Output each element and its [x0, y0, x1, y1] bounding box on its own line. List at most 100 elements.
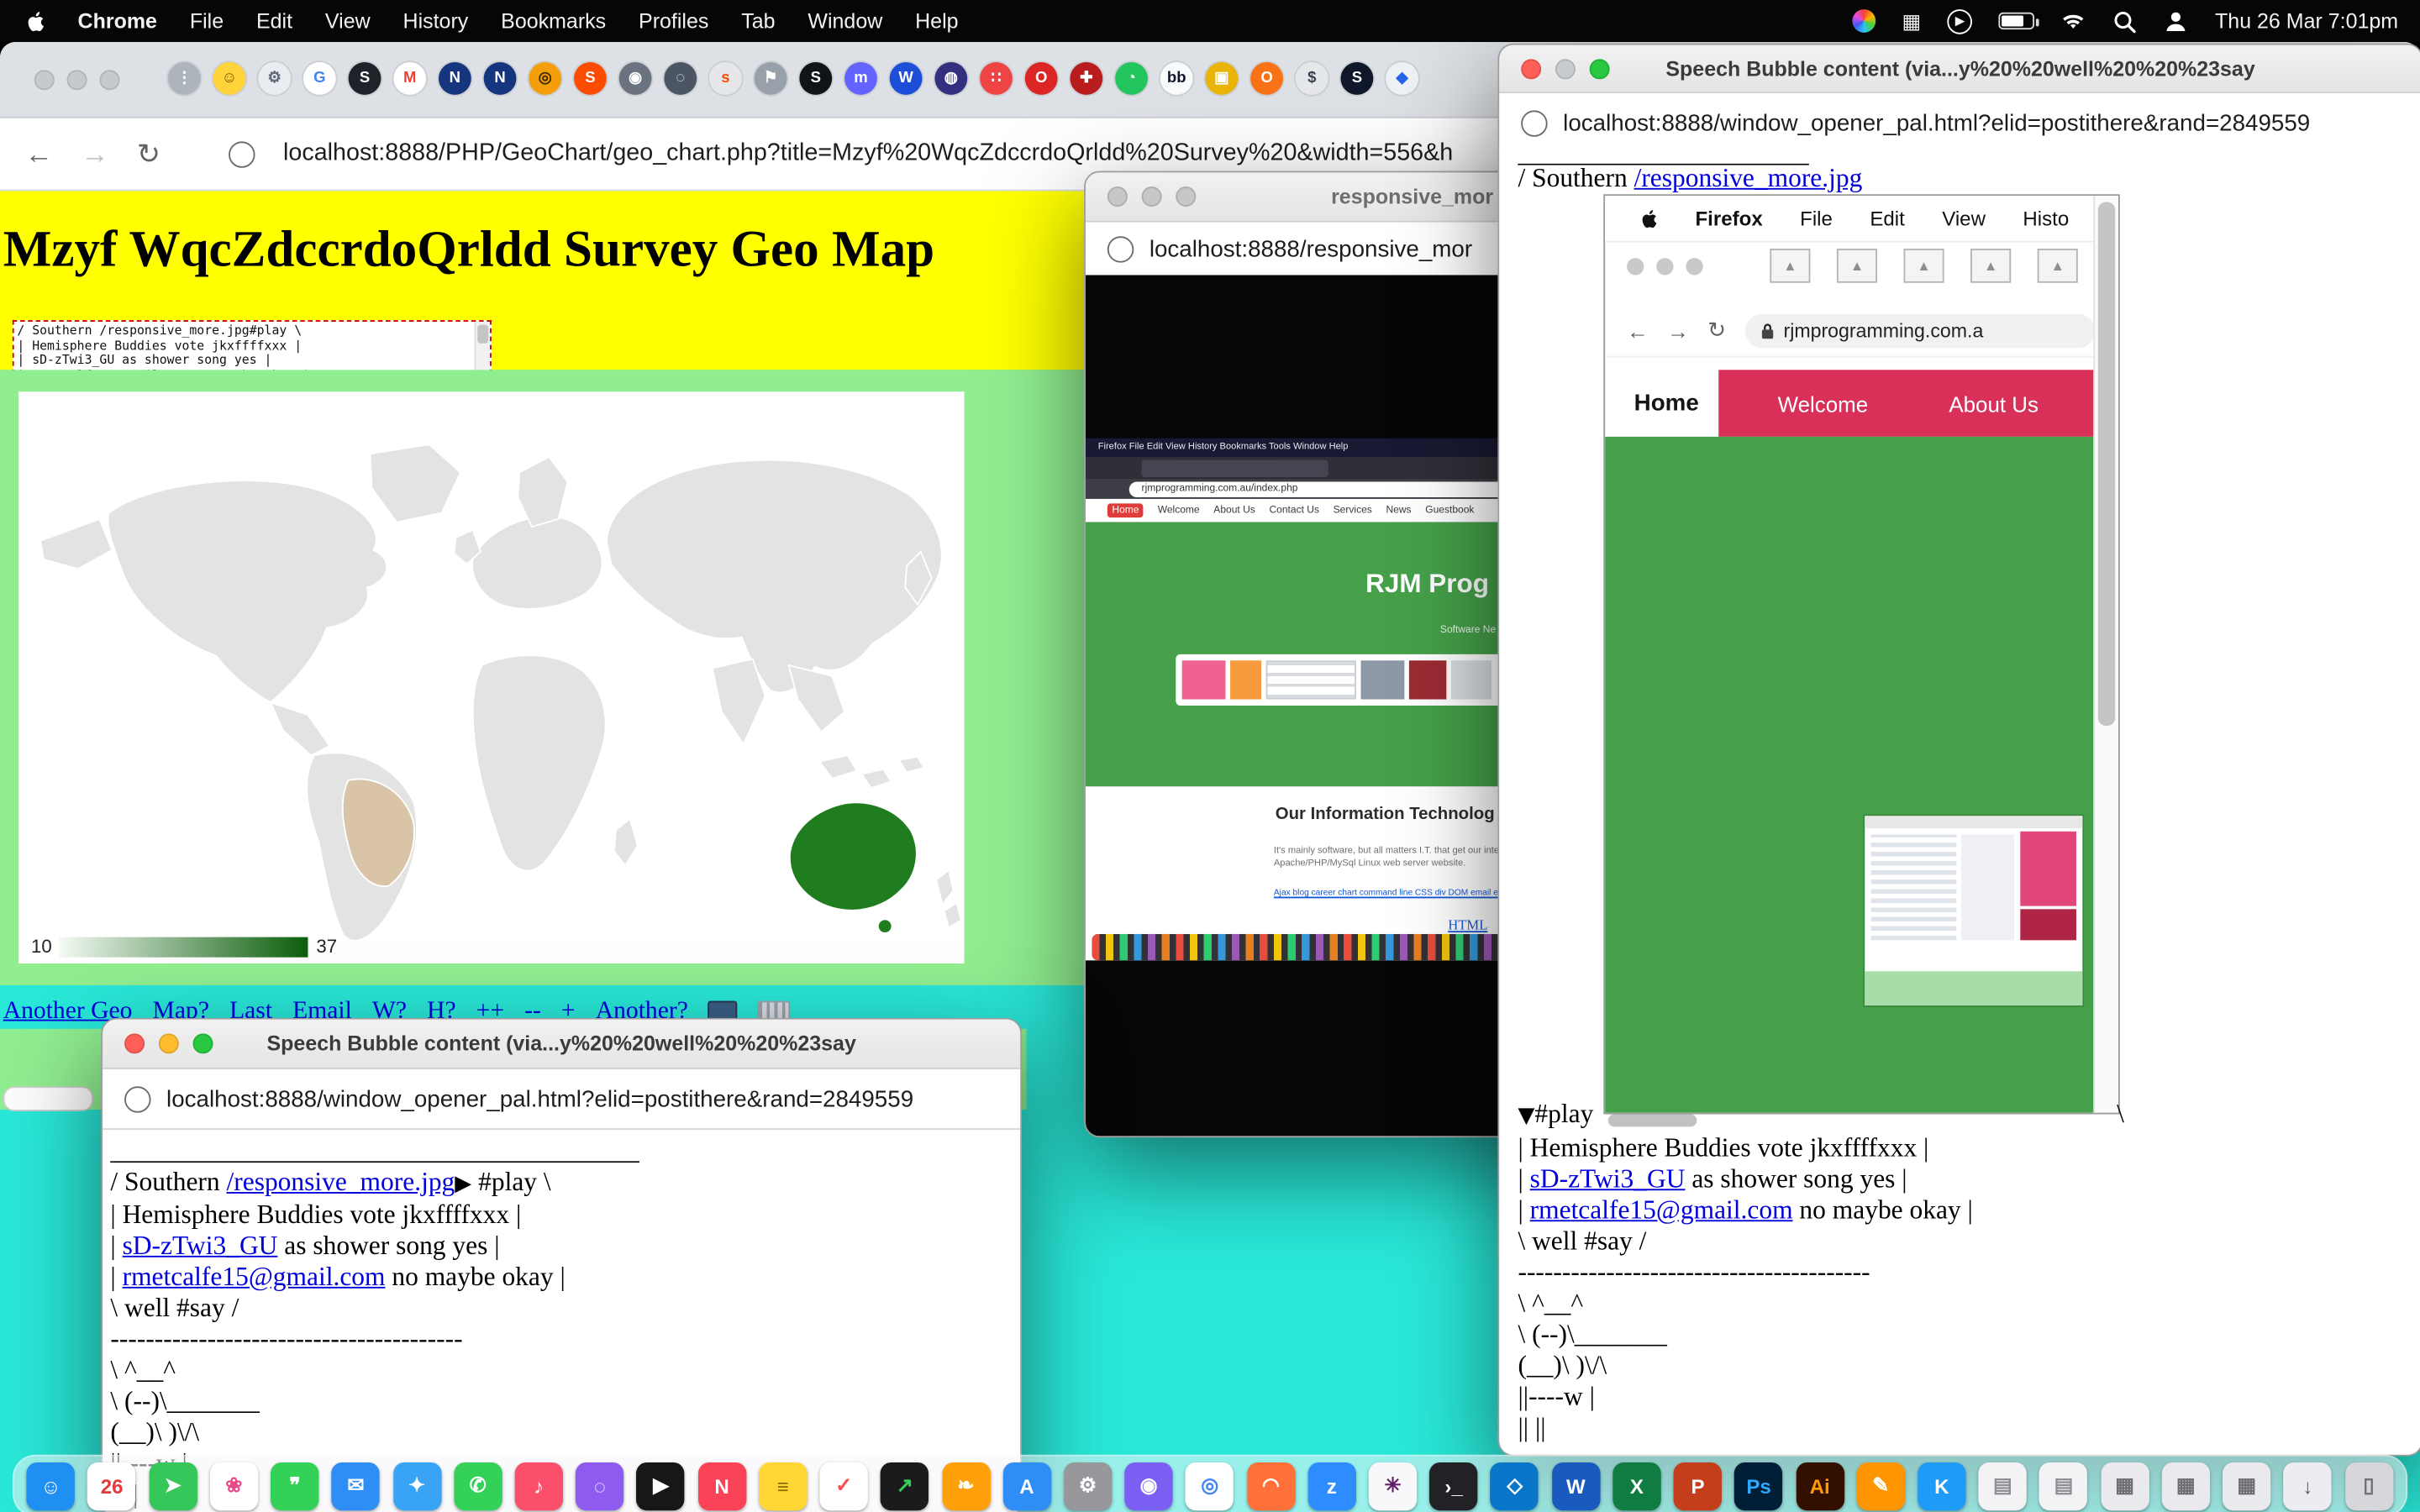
dock-icon[interactable]: 26	[87, 1462, 135, 1509]
iframe-nav-item[interactable]: About Us	[1949, 391, 2039, 416]
menu-item[interactable]: Window	[808, 9, 882, 33]
song-link[interactable]: sD-zTwi3_GU	[1530, 1164, 1686, 1194]
browser-tab[interactable]: M	[393, 62, 426, 95]
dock-icon[interactable]: X	[1612, 1462, 1660, 1509]
dock-icon[interactable]: K	[1918, 1462, 1965, 1509]
menu-item[interactable]: Profiles	[639, 9, 708, 33]
dock-icon[interactable]: z	[1307, 1462, 1355, 1509]
dock-icon[interactable]: ›_	[1429, 1462, 1477, 1509]
apple-icon[interactable]	[25, 8, 45, 34]
dock-icon[interactable]: ↗	[881, 1462, 929, 1509]
browser-tab[interactable]: N	[439, 62, 471, 95]
browser-tab[interactable]: ⚑	[755, 62, 787, 95]
browser-tab[interactable]: O	[1250, 62, 1283, 95]
browser-tab[interactable]: O	[1025, 62, 1058, 95]
email-link[interactable]: rmetcalfe15@gmail.com	[1530, 1195, 1793, 1225]
dock-icon[interactable]: ↓	[2284, 1462, 2332, 1509]
dock-icon[interactable]: ✓	[820, 1462, 868, 1509]
address-bar[interactable]: localhost:8888/PHP/GeoChart/geo_chart.ph…	[283, 140, 1453, 168]
reload-icon[interactable]: ↻	[137, 138, 160, 171]
dock-icon[interactable]: ▤	[2039, 1462, 2087, 1509]
dock-icon[interactable]: ◎	[1186, 1462, 1234, 1509]
dock-icon[interactable]: ◉	[1124, 1462, 1172, 1509]
dock-icon[interactable]: ◇	[1491, 1462, 1539, 1509]
browser-tab[interactable]: ◆	[1386, 62, 1418, 95]
window-controls[interactable]	[34, 70, 120, 90]
minimize-button[interactable]	[1555, 58, 1576, 78]
browser-tab[interactable]: s	[709, 62, 742, 95]
responsive-more-link[interactable]: /responsive_more.jpg	[1634, 163, 1863, 192]
dock-icon[interactable]: ≡	[759, 1462, 807, 1509]
browser-tab[interactable]: S	[349, 62, 381, 95]
embedded-iframe[interactable]: Firefox FileEditViewHisto ▲ ▲ ▲ ▲ ▲ ← → …	[1603, 194, 2119, 1114]
browser-tab[interactable]: $	[1296, 62, 1328, 95]
menu-item[interactable]: Tab	[741, 9, 775, 33]
details-open-icon[interactable]: ▼	[1518, 1104, 1534, 1129]
dock-icon[interactable]: P	[1674, 1462, 1722, 1509]
dock-icon[interactable]: ✦	[392, 1462, 440, 1509]
browser-tab[interactable]: ✚	[1070, 62, 1102, 95]
color-wheel-icon[interactable]	[1852, 9, 1876, 33]
address-text[interactable]: localhost:8888/window_opener_pal.html?el…	[166, 1085, 913, 1111]
browser-tab[interactable]: N	[484, 62, 517, 95]
back-icon[interactable]: ←	[25, 138, 53, 171]
menu-item[interactable]: File	[190, 9, 224, 33]
dock-icon[interactable]: ➤	[149, 1462, 197, 1509]
dock-icon[interactable]: ▯	[2344, 1462, 2392, 1509]
menu-item[interactable]: Bookmarks	[501, 9, 606, 33]
browser-tab[interactable]: S	[799, 62, 832, 95]
dock-icon[interactable]: ▦	[2223, 1462, 2270, 1509]
browser-tab[interactable]: ◍	[934, 62, 967, 95]
country-australia[interactable]	[790, 802, 917, 910]
address-text[interactable]: localhost:8888/window_opener_pal.html?el…	[1563, 109, 2310, 135]
battery-icon[interactable]	[1999, 13, 2035, 29]
browser-tab[interactable]: S	[1340, 62, 1373, 95]
dock-icon[interactable]: ◠	[1247, 1462, 1295, 1509]
email-link[interactable]: rmetcalfe15@gmail.com	[123, 1262, 386, 1291]
dock-icon[interactable]: ♪	[515, 1462, 563, 1509]
browser-tab[interactable]: ◎	[529, 62, 561, 95]
play-circle-icon[interactable]: ▶	[1948, 8, 1973, 34]
info-icon[interactable]	[1521, 109, 1547, 135]
dock-icon[interactable]: A	[1002, 1462, 1050, 1509]
forward-icon[interactable]: →	[81, 138, 108, 171]
browser-tab[interactable]: ▣	[1205, 62, 1238, 95]
browser-tab[interactable]: ◔	[1115, 62, 1148, 95]
iframe-nav-home[interactable]: Home	[1614, 370, 1718, 437]
dock-icon[interactable]: ✆	[454, 1462, 502, 1509]
dock-icon[interactable]: W	[1552, 1462, 1600, 1509]
close-button[interactable]	[124, 1033, 145, 1053]
browser-tab[interactable]: ⚙	[258, 62, 291, 95]
dock-icon[interactable]: ▤	[1979, 1462, 2027, 1509]
menu-item[interactable]: Edit	[256, 9, 292, 33]
responsive-more-link[interactable]: /responsive_more.jpg	[227, 1167, 455, 1196]
dock-icon[interactable]: ❧	[942, 1462, 990, 1509]
browser-tab[interactable]: ∷	[980, 62, 1013, 95]
info-icon[interactable]	[1107, 236, 1134, 262]
menu-item[interactable]: View	[325, 9, 371, 33]
dock-icon[interactable]: ✉	[332, 1462, 380, 1509]
menu-item[interactable]: Help	[915, 9, 958, 33]
browser-tab[interactable]: bb	[1160, 62, 1193, 95]
browser-tab[interactable]: ◉	[619, 62, 652, 95]
dock-icon[interactable]: ▶	[637, 1462, 685, 1509]
song-link[interactable]: sD-zTwi3_GU	[123, 1231, 278, 1260]
dock-icon[interactable]: ✳	[1369, 1462, 1417, 1509]
iframe-address[interactable]: rjmprogramming.com.a	[1744, 313, 2094, 348]
iframe-vertical-scrollbar[interactable]	[2093, 196, 2118, 1113]
info-icon[interactable]	[229, 140, 255, 166]
minimize-button[interactable]	[67, 70, 87, 90]
address-text[interactable]: localhost:8888/responsive_mor	[1150, 236, 1472, 262]
dock-icon[interactable]: ✎	[1857, 1462, 1905, 1509]
zoom-button[interactable]	[99, 70, 119, 90]
dock-icon[interactable]: ▦	[2162, 1462, 2210, 1509]
browser-tab[interactable]: S	[574, 62, 607, 95]
browser-tab[interactable]: m	[844, 62, 877, 95]
info-icon[interactable]	[124, 1085, 150, 1111]
browser-tab[interactable]: G	[303, 62, 336, 95]
close-button[interactable]	[34, 70, 55, 90]
active-app-name[interactable]: Chrome	[78, 9, 157, 33]
minimize-button[interactable]	[1142, 186, 1162, 207]
back-icon[interactable]: ←	[1627, 318, 1649, 343]
browser-tab[interactable]: W	[890, 62, 923, 95]
